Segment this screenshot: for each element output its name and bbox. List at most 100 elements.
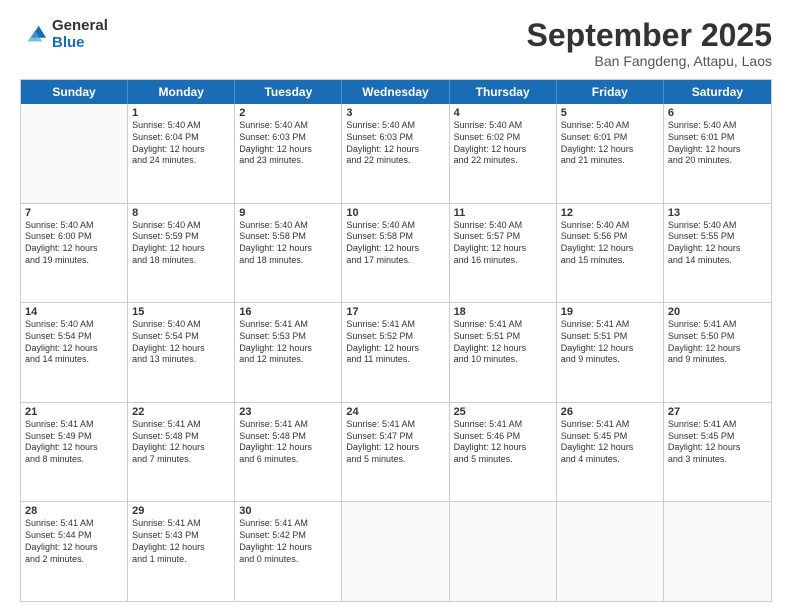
calendar-row-4: 28Sunrise: 5:41 AMSunset: 5:44 PMDayligh… [21,502,771,601]
cell-line: and 2 minutes. [25,554,123,566]
day-number: 10 [346,207,444,219]
cell-line: and 5 minutes. [454,454,552,466]
cell-line: Sunset: 6:01 PM [668,132,767,144]
calendar-cell-13: 13Sunrise: 5:40 AMSunset: 5:55 PMDayligh… [664,204,771,303]
cell-line: Daylight: 12 hours [668,442,767,454]
cell-line: Sunset: 5:47 PM [346,431,444,443]
cell-line: Daylight: 12 hours [239,542,337,554]
cell-line: and 9 minutes. [668,354,767,366]
calendar-row-0: 1Sunrise: 5:40 AMSunset: 6:04 PMDaylight… [21,104,771,204]
calendar-cell-9: 9Sunrise: 5:40 AMSunset: 5:58 PMDaylight… [235,204,342,303]
cell-line: Sunrise: 5:41 AM [346,419,444,431]
cell-line: Sunrise: 5:41 AM [132,518,230,530]
calendar-cell-26: 26Sunrise: 5:41 AMSunset: 5:45 PMDayligh… [557,403,664,502]
header-day-wednesday: Wednesday [342,80,449,104]
header: General Blue September 2025 Ban Fangdeng… [20,18,772,69]
header-day-tuesday: Tuesday [235,80,342,104]
cell-line: and 15 minutes. [561,255,659,267]
calendar-cell-empty [557,502,664,601]
day-number: 28 [25,505,123,517]
cell-line: and 5 minutes. [346,454,444,466]
day-number: 17 [346,306,444,318]
calendar-cell-8: 8Sunrise: 5:40 AMSunset: 5:59 PMDaylight… [128,204,235,303]
day-number: 11 [454,207,552,219]
cell-line: Sunset: 5:51 PM [454,331,552,343]
cell-line: Sunrise: 5:41 AM [25,419,123,431]
cell-line: and 21 minutes. [561,155,659,167]
calendar-cell-27: 27Sunrise: 5:41 AMSunset: 5:45 PMDayligh… [664,403,771,502]
cell-line: Sunrise: 5:40 AM [239,220,337,232]
cell-line: Daylight: 12 hours [132,343,230,355]
location-subtitle: Ban Fangdeng, Attapu, Laos [527,53,772,69]
cell-line: Sunset: 5:54 PM [132,331,230,343]
calendar-cell-17: 17Sunrise: 5:41 AMSunset: 5:52 PMDayligh… [342,303,449,402]
cell-line: Sunset: 5:45 PM [561,431,659,443]
cell-line: Daylight: 12 hours [346,442,444,454]
calendar-body: 1Sunrise: 5:40 AMSunset: 6:04 PMDaylight… [21,104,771,601]
calendar-cell-24: 24Sunrise: 5:41 AMSunset: 5:47 PMDayligh… [342,403,449,502]
calendar-cell-29: 29Sunrise: 5:41 AMSunset: 5:43 PMDayligh… [128,502,235,601]
day-number: 9 [239,207,337,219]
cell-line: Daylight: 12 hours [561,343,659,355]
day-number: 23 [239,406,337,418]
calendar-cell-7: 7Sunrise: 5:40 AMSunset: 6:00 PMDaylight… [21,204,128,303]
cell-line: Sunrise: 5:41 AM [668,319,767,331]
cell-line: and 3 minutes. [668,454,767,466]
cell-line: Sunset: 5:50 PM [668,331,767,343]
cell-line: and 13 minutes. [132,354,230,366]
cell-line: Daylight: 12 hours [668,343,767,355]
day-number: 16 [239,306,337,318]
cell-line: and 14 minutes. [668,255,767,267]
cell-line: and 6 minutes. [239,454,337,466]
cell-line: Sunrise: 5:40 AM [132,120,230,132]
cell-line: and 18 minutes. [239,255,337,267]
cell-line: and 14 minutes. [25,354,123,366]
cell-line: Sunset: 5:53 PM [239,331,337,343]
cell-line: Daylight: 12 hours [25,442,123,454]
cell-line: Sunrise: 5:40 AM [132,319,230,331]
cell-line: Sunset: 6:00 PM [25,231,123,243]
cell-line: Sunset: 6:01 PM [561,132,659,144]
cell-line: Sunrise: 5:41 AM [346,319,444,331]
month-title: September 2025 [527,18,772,53]
cell-line: Sunset: 5:43 PM [132,530,230,542]
calendar-cell-empty [342,502,449,601]
cell-line: and 12 minutes. [239,354,337,366]
cell-line: Daylight: 12 hours [346,144,444,156]
cell-line: Sunset: 6:03 PM [239,132,337,144]
day-number: 18 [454,306,552,318]
day-number: 2 [239,107,337,119]
calendar-cell-28: 28Sunrise: 5:41 AMSunset: 5:44 PMDayligh… [21,502,128,601]
cell-line: Daylight: 12 hours [561,243,659,255]
cell-line: Sunset: 5:51 PM [561,331,659,343]
calendar-cell-15: 15Sunrise: 5:40 AMSunset: 5:54 PMDayligh… [128,303,235,402]
cell-line: Daylight: 12 hours [132,542,230,554]
calendar-cell-20: 20Sunrise: 5:41 AMSunset: 5:50 PMDayligh… [664,303,771,402]
cell-line: Daylight: 12 hours [132,442,230,454]
cell-line: Sunrise: 5:41 AM [668,419,767,431]
cell-line: Sunrise: 5:41 AM [25,518,123,530]
day-number: 20 [668,306,767,318]
cell-line: Daylight: 12 hours [454,343,552,355]
header-day-saturday: Saturday [664,80,771,104]
cell-line: and 22 minutes. [454,155,552,167]
cell-line: Sunset: 5:58 PM [346,231,444,243]
calendar-cell-18: 18Sunrise: 5:41 AMSunset: 5:51 PMDayligh… [450,303,557,402]
cell-line: Daylight: 12 hours [668,243,767,255]
cell-line: and 7 minutes. [132,454,230,466]
cell-line: Daylight: 12 hours [346,343,444,355]
calendar-cell-empty [450,502,557,601]
cell-line: Daylight: 12 hours [454,442,552,454]
cell-line: Sunrise: 5:40 AM [132,220,230,232]
day-number: 21 [25,406,123,418]
day-number: 26 [561,406,659,418]
cell-line: Sunset: 5:52 PM [346,331,444,343]
cell-line: Sunrise: 5:41 AM [561,419,659,431]
calendar-cell-3: 3Sunrise: 5:40 AMSunset: 6:03 PMDaylight… [342,104,449,203]
calendar-cell-10: 10Sunrise: 5:40 AMSunset: 5:58 PMDayligh… [342,204,449,303]
cell-line: Sunset: 5:49 PM [25,431,123,443]
calendar-row-2: 14Sunrise: 5:40 AMSunset: 5:54 PMDayligh… [21,303,771,403]
cell-line: and 16 minutes. [454,255,552,267]
cell-line: and 18 minutes. [132,255,230,267]
calendar-cell-16: 16Sunrise: 5:41 AMSunset: 5:53 PMDayligh… [235,303,342,402]
